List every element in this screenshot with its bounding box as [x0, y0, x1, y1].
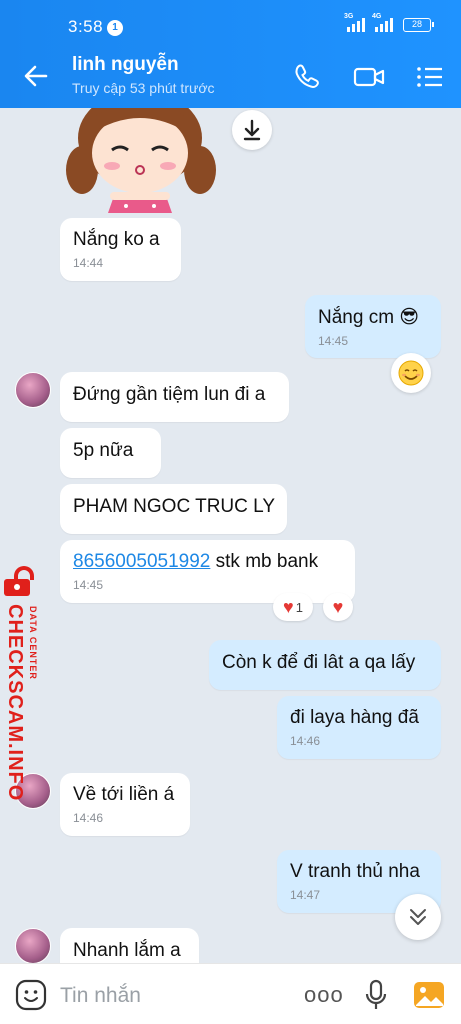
message-bubble-incoming[interactable]: Đứng gần tiệm lun đi a: [60, 372, 289, 422]
message-text: đi laya hàng đã: [290, 707, 419, 728]
message-time: 14:44: [73, 256, 104, 270]
message-input-bar: Tin nhắn ooo: [0, 963, 461, 1024]
watermark-tagline: DATA CENTER: [28, 606, 38, 680]
gallery-icon[interactable]: [412, 979, 446, 1011]
double-chevron-down-icon: [410, 909, 426, 925]
message-bubble-incoming[interactable]: PHAM NGOC TRUC LY: [60, 484, 287, 534]
watermark-brand: CHECKSCAM.INFO: [4, 604, 26, 802]
message-text: Về tới liền á: [73, 784, 175, 805]
back-arrow-icon[interactable]: [20, 60, 52, 92]
message-text: Nhanh lắm a: [73, 940, 181, 961]
message-bubble-incoming[interactable]: Về tới liền á 14:46: [60, 773, 190, 836]
message-text: 8656005051992 stk mb bank: [73, 551, 318, 572]
avatar[interactable]: [15, 928, 51, 963]
message-list[interactable]: Nắng ko a 14:44 Nắng cm 😎 14:45 Đứng gần…: [0, 108, 461, 963]
message-input[interactable]: Tin nhắn: [60, 984, 141, 1008]
message-bubble-incoming[interactable]: 5p nữa: [60, 428, 161, 478]
notification-badge: 1: [107, 20, 123, 36]
emoji-picker-icon[interactable]: [14, 978, 48, 1012]
girl-sticker[interactable]: [60, 108, 230, 213]
message-text-tail: stk mb bank: [210, 551, 319, 572]
message-bubble-outgoing[interactable]: Nắng cm 😎 14:45: [305, 295, 441, 358]
message-text: 5p nữa: [73, 440, 134, 461]
battery-icon: 28: [403, 18, 434, 32]
signal-3g-icon: 3G: [344, 13, 365, 32]
status-indicators: 3G 4G 28: [344, 13, 434, 32]
last-seen-status: Truy cập 53 phút trước: [72, 80, 215, 96]
add-reaction-button[interactable]: [391, 353, 431, 393]
lock-logo-icon: [4, 566, 34, 596]
message-time: 14:46: [290, 734, 321, 748]
watermark: CHECKSCAM.INFO DATA CENTER: [0, 558, 50, 801]
message-text: Còn k để đi lât a qa lấy: [222, 652, 416, 673]
message-bubble-incoming[interactable]: 8656005051992 stk mb bank 14:45: [60, 540, 355, 603]
heart-icon: ♥: [283, 597, 294, 617]
menu-list-icon[interactable]: [413, 60, 447, 94]
message-text: PHAM NGOC TRUC LY: [73, 496, 275, 517]
signal-4g-icon: 4G: [372, 13, 393, 32]
message-time: 14:46: [73, 811, 104, 825]
download-icon: [243, 119, 261, 141]
smile-emoji-icon: [398, 360, 424, 386]
status-bar: 3:58 1 3G 4G 28: [0, 0, 461, 46]
message-time: 14:45: [318, 334, 349, 348]
scroll-to-bottom-button[interactable]: [395, 894, 441, 940]
message-bubble-incoming[interactable]: Nắng ko a 14:44: [60, 218, 181, 281]
message-time: 14:45: [73, 578, 104, 592]
message-bubble-outgoing[interactable]: đi laya hàng đã 14:46: [277, 696, 441, 759]
video-call-icon[interactable]: [352, 60, 386, 94]
message-bubble-incoming[interactable]: Nhanh lắm a: [60, 928, 199, 963]
contact-name[interactable]: linh nguyễn: [72, 54, 179, 76]
message-text: Nắng cm 😎: [318, 307, 420, 328]
microphone-icon[interactable]: [362, 978, 390, 1012]
account-number-link[interactable]: 8656005051992: [73, 551, 210, 572]
phone-call-icon[interactable]: [290, 60, 324, 94]
download-button[interactable]: [232, 110, 272, 150]
status-time: 3:58: [68, 17, 104, 36]
more-options-icon[interactable]: ooo: [304, 982, 344, 1008]
heart-icon: ♥: [332, 597, 344, 617]
message-text: V tranh thủ nha: [290, 861, 420, 882]
avatar[interactable]: [15, 372, 51, 408]
message-text: Nắng ko a: [73, 229, 160, 250]
chat-header: linh nguyễn Truy cập 53 phút trước: [0, 46, 461, 108]
reaction-count-pill[interactable]: ♥ 1: [273, 593, 313, 621]
message-text: Đứng gần tiệm lun đi a: [73, 384, 266, 405]
heart-reaction-button[interactable]: ♥: [323, 593, 353, 621]
message-bubble-outgoing[interactable]: Còn k để đi lât a qa lấy: [209, 640, 441, 690]
reaction-count: 1: [295, 599, 303, 615]
